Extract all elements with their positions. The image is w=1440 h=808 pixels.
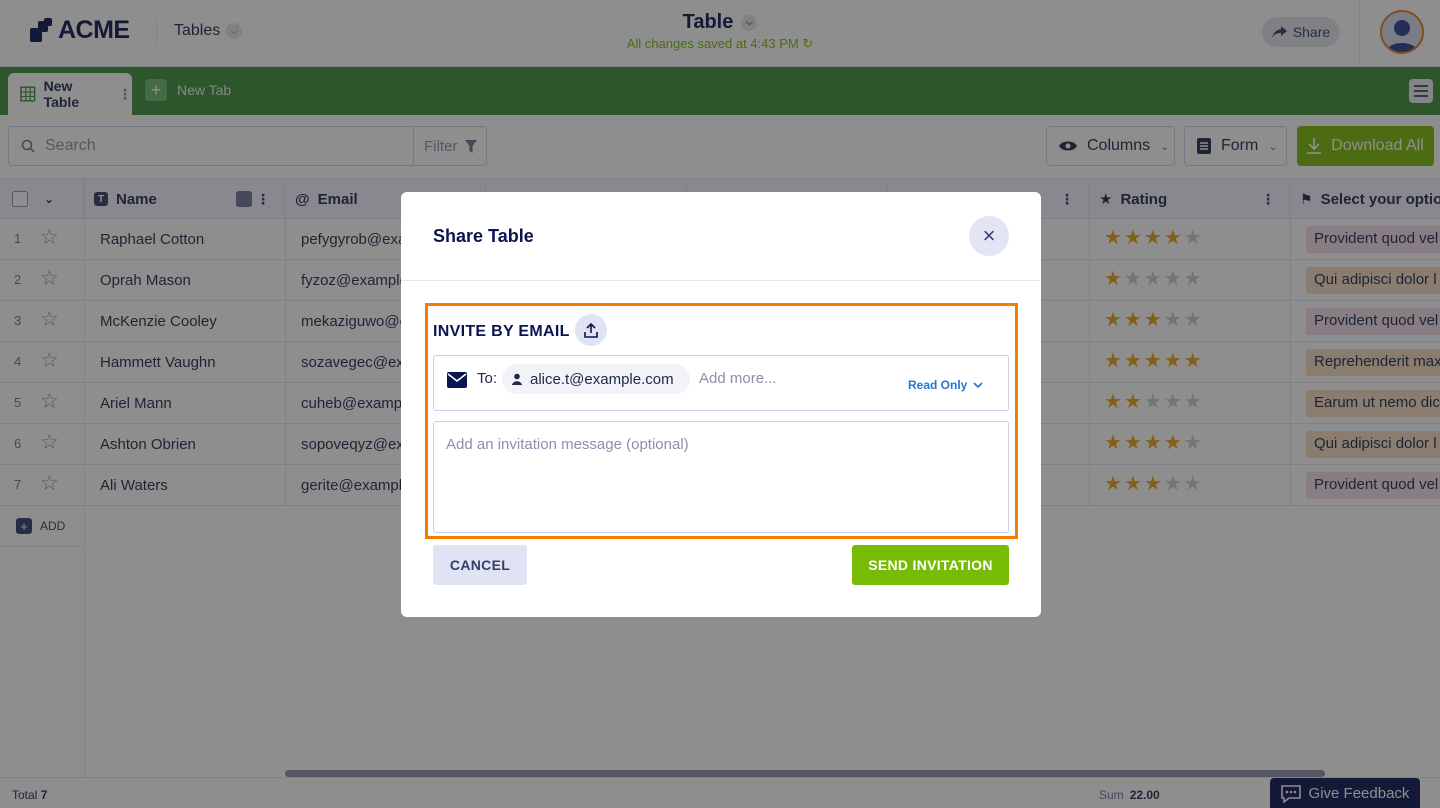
dialog-divider xyxy=(401,280,1041,281)
invite-by-email-heading: INVITE BY EMAIL xyxy=(433,323,570,340)
recipients-field[interactable]: To: alice.t@example.com Add more... Read… xyxy=(433,355,1009,411)
permission-dropdown[interactable]: Read Only xyxy=(908,378,983,392)
add-more-input[interactable]: Add more... xyxy=(699,370,777,387)
chevron-down-icon xyxy=(973,381,983,388)
send-invitation-button[interactable]: SEND INVITATION xyxy=(852,545,1009,585)
send-label: SEND INVITATION xyxy=(868,557,993,573)
mail-icon xyxy=(447,372,467,388)
permission-label: Read Only xyxy=(908,378,968,392)
person-icon xyxy=(512,373,522,385)
recipient-email: alice.t@example.com xyxy=(530,370,674,388)
close-button[interactable]: × xyxy=(969,216,1009,256)
recipient-chip[interactable]: alice.t@example.com xyxy=(502,364,690,394)
close-icon: × xyxy=(982,223,996,248)
invitation-message-field[interactable]: Add an invitation message (optional) xyxy=(433,421,1009,533)
message-placeholder: Add an invitation message (optional) xyxy=(446,436,689,453)
upload-icon xyxy=(584,322,598,338)
cancel-label: CANCEL xyxy=(449,557,511,573)
cancel-button[interactable]: CANCEL xyxy=(433,545,527,585)
to-label: To: xyxy=(477,370,498,387)
dialog-title: Share Table xyxy=(433,226,534,246)
share-table-dialog: Share Table × INVITE BY EMAIL To: alice.… xyxy=(401,192,1041,617)
upload-contacts-button[interactable] xyxy=(575,314,607,346)
